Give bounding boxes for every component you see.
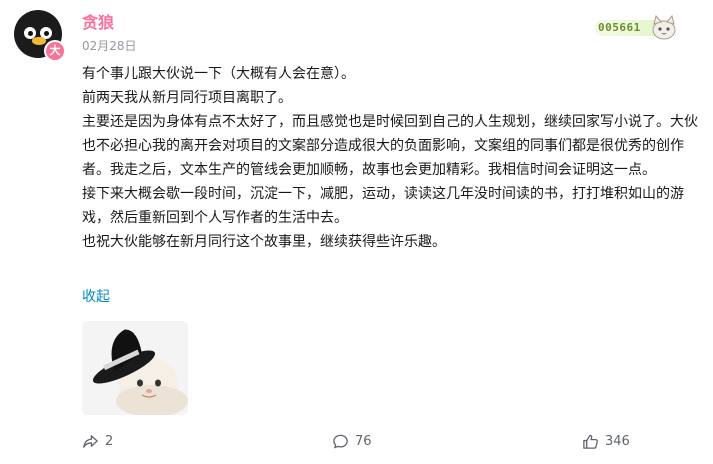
comment-button[interactable]: 76 bbox=[332, 430, 372, 452]
post-content: 有个事儿跟大伙说一下（大概有人会在意）。 前两天我从新月同行项目离职了。 主要还… bbox=[82, 62, 700, 254]
fan-medal-number: 005661 bbox=[598, 21, 641, 34]
post-paragraph: 前两天我从新月同行项目离职了。 bbox=[82, 90, 292, 106]
post-paragraph: 有个事儿跟大伙说一下（大概有人会在意）。 bbox=[82, 66, 355, 82]
post-paragraph: 主要还是因为身体有点不太好了，而且感觉也是时候回到自己的人生规划，继续回家写小说… bbox=[82, 114, 698, 178]
verified-badge: 大 bbox=[44, 40, 66, 62]
action-bar: 2 76 346 bbox=[0, 430, 713, 452]
share-count: 2 bbox=[105, 433, 114, 449]
thumbs-up-icon bbox=[583, 434, 598, 449]
author-avatar[interactable]: 大 bbox=[14, 10, 66, 62]
comment-count: 76 bbox=[355, 433, 372, 449]
share-icon bbox=[83, 434, 98, 448]
post-date[interactable]: 02月28日 bbox=[82, 37, 137, 54]
share-button[interactable]: 2 bbox=[82, 430, 113, 452]
comment-icon bbox=[333, 434, 348, 448]
cat-avatar-icon bbox=[652, 14, 676, 40]
like-count: 346 bbox=[605, 433, 630, 449]
avatar-beak bbox=[32, 37, 46, 45]
post-image-cat-with-hat[interactable] bbox=[82, 321, 188, 415]
collapse-link[interactable]: 收起 bbox=[82, 286, 110, 306]
post-paragraph: 接下来大概会歇一段时间，沉淀一下，减肥，运动，读读这几年没时间读的书，打打堆积如… bbox=[82, 186, 684, 226]
author-name[interactable]: 贪狼 bbox=[82, 9, 114, 33]
post-paragraph: 也祝大伙能够在新月同行这个故事里，继续获得些许乐趣。 bbox=[82, 234, 446, 250]
like-button[interactable]: 346 bbox=[582, 430, 630, 452]
fan-medal[interactable]: 005661 bbox=[594, 14, 686, 40]
